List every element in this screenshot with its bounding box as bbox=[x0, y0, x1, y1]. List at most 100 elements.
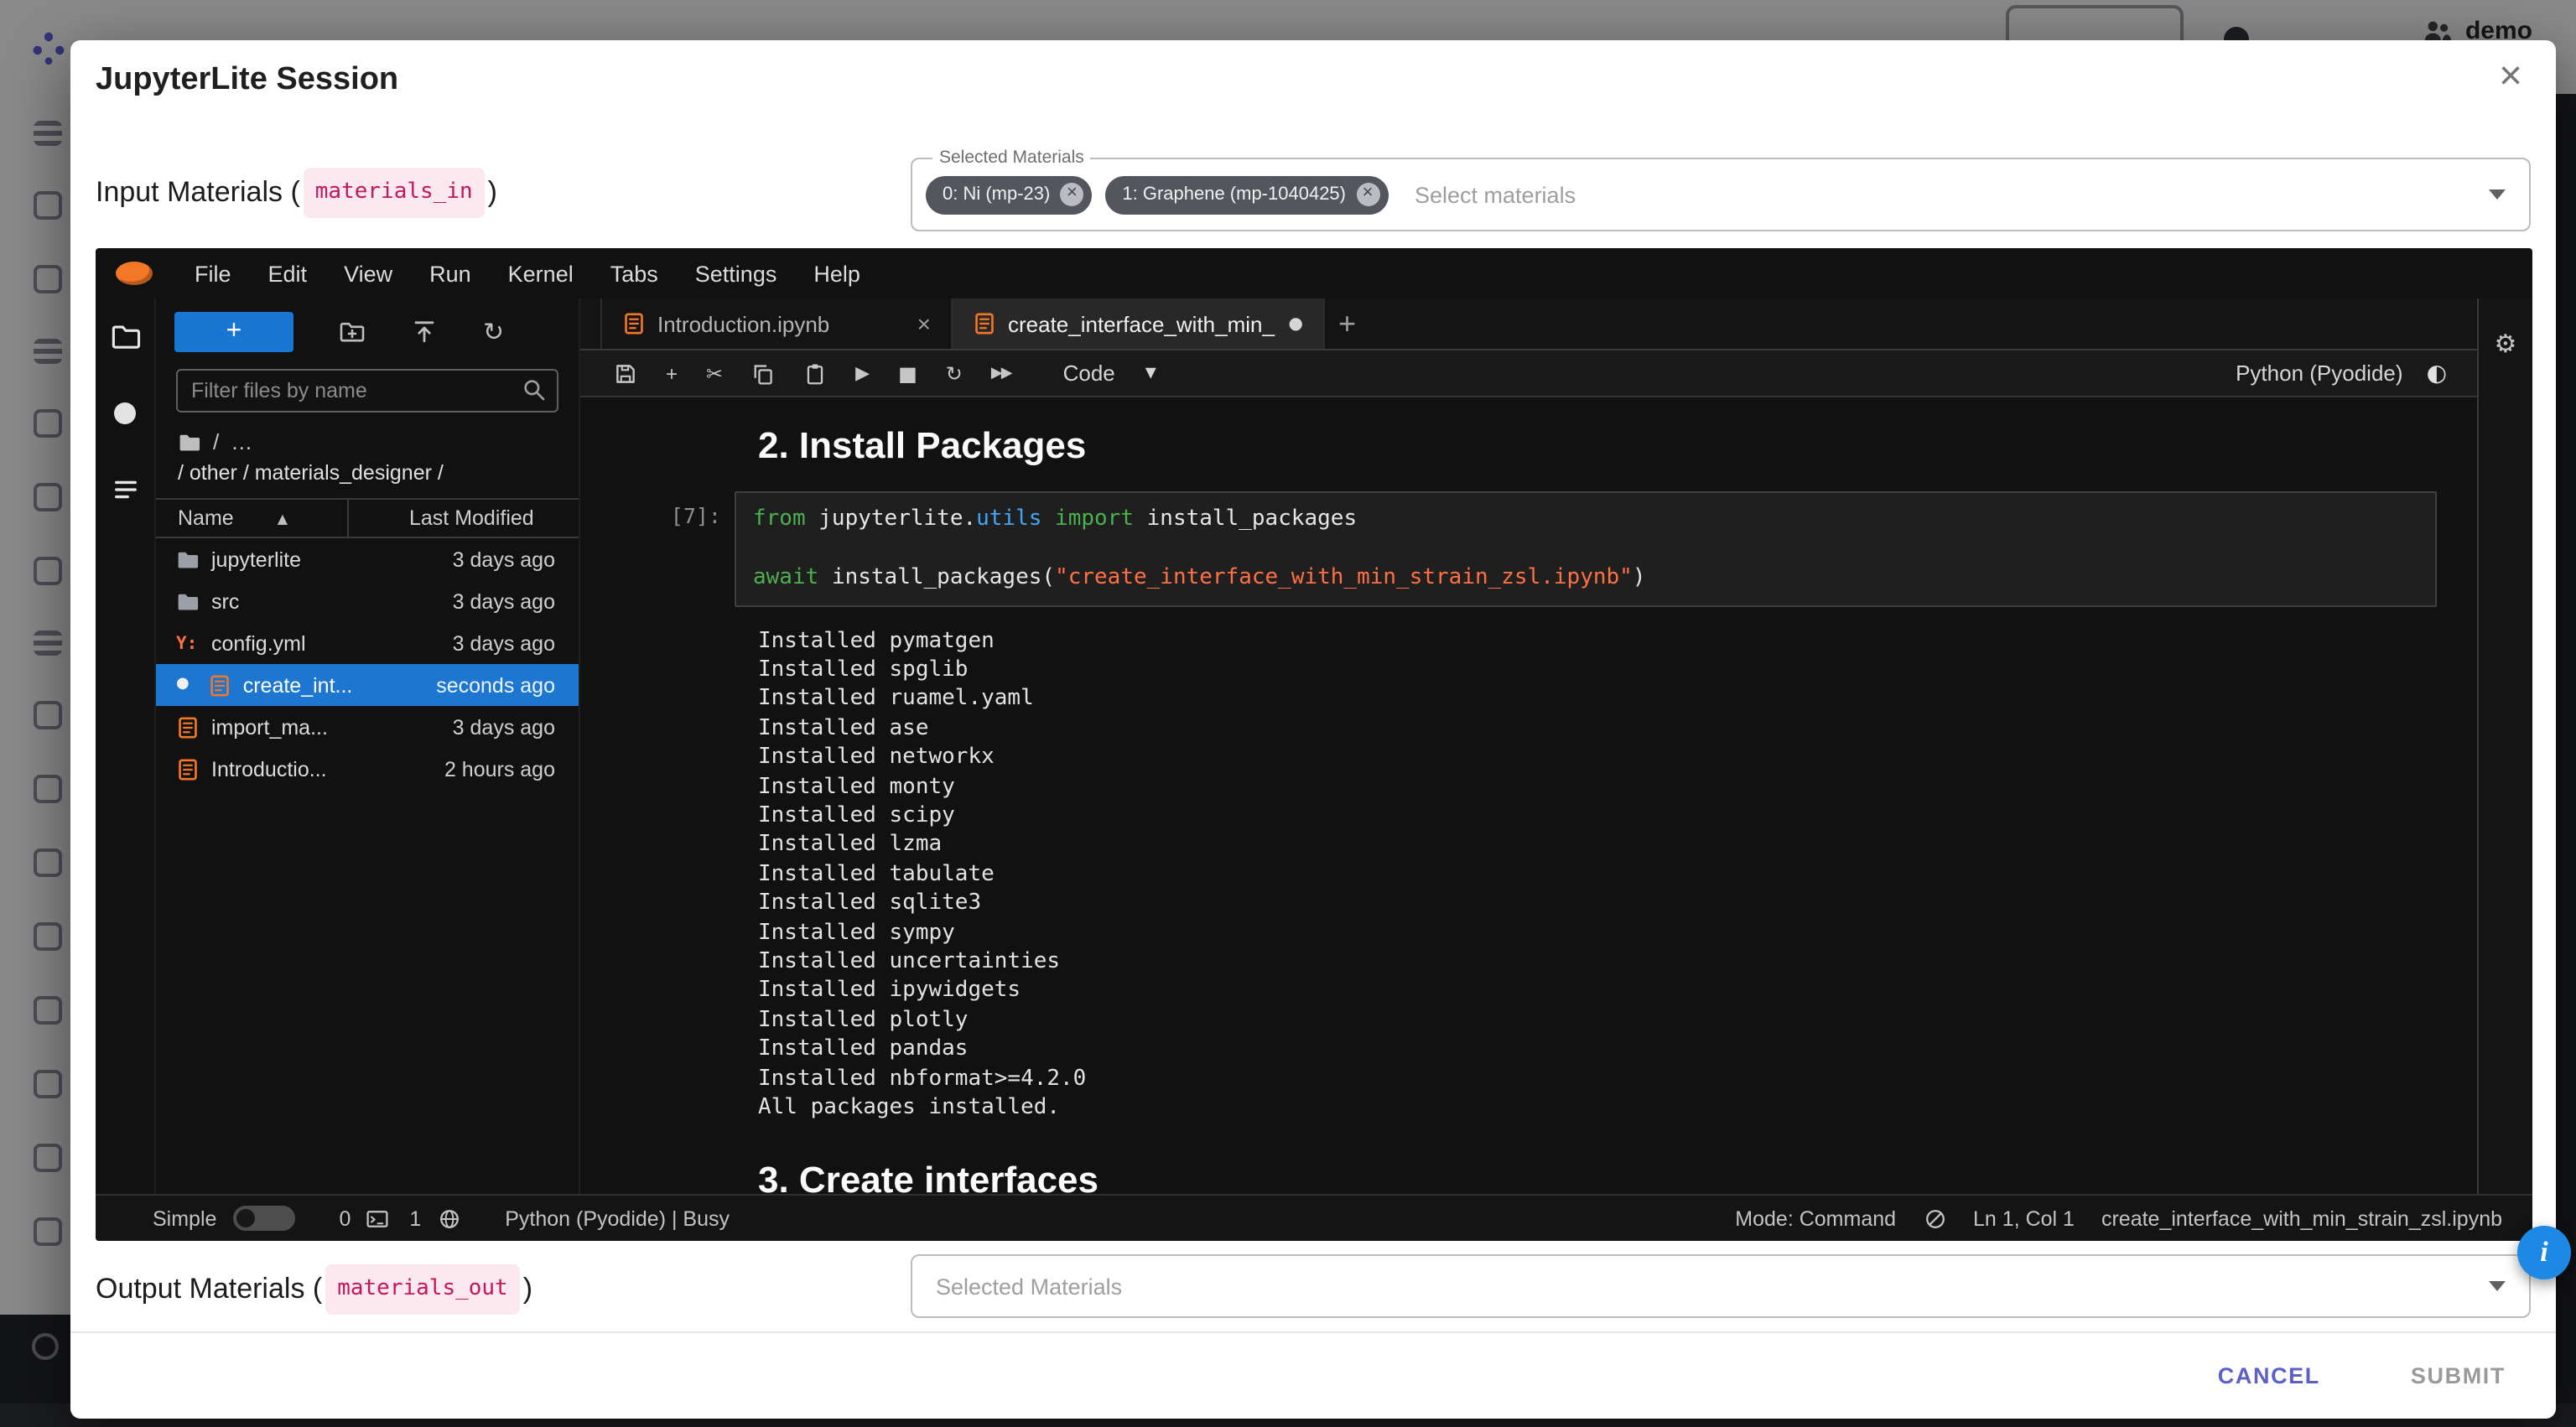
screen: demo JupyterLite Session × In bbox=[0, 0, 2576, 1427]
code-cell[interactable]: [7]: from jupyterlite.utils import insta… bbox=[580, 491, 2477, 606]
new-tab-icon[interactable]: + bbox=[1338, 309, 1356, 339]
file-row[interactable]: import_ma... 3 days ago bbox=[156, 706, 579, 748]
section-heading-install: 2. Install Packages bbox=[758, 424, 2477, 468]
chevron-down-icon[interactable] bbox=[2489, 1281, 2506, 1291]
simple-mode-toggle[interactable] bbox=[233, 1206, 295, 1231]
copy-icon[interactable] bbox=[751, 361, 775, 385]
menu-tabs[interactable]: Tabs bbox=[592, 261, 677, 286]
upload-icon[interactable] bbox=[411, 319, 438, 345]
save-icon[interactable] bbox=[614, 361, 637, 385]
notebook-toolbar: + ✂ ▶ ■ ↻ ▶▶ Code ▾ Python (Pyodi bbox=[580, 350, 2477, 397]
refresh-icon[interactable]: ↻ bbox=[483, 317, 504, 347]
column-name[interactable]: Name ▲ bbox=[156, 506, 347, 530]
jupyterlite-session-dialog: JupyterLite Session × Input Materials ( … bbox=[70, 40, 2556, 1419]
new-folder-icon[interactable] bbox=[339, 319, 366, 345]
unsaved-dot-icon[interactable]: ● bbox=[1289, 314, 1303, 333]
paste-icon[interactable] bbox=[803, 361, 827, 385]
material-chip[interactable]: 0: Ni (mp-23) × bbox=[926, 175, 1092, 214]
restart-run-all-icon[interactable]: ▶▶ bbox=[991, 361, 1011, 385]
kernel-status-text[interactable]: Python (Pyodide) | Busy bbox=[505, 1206, 730, 1230]
tab-create-interface[interactable]: create_interface_with_min_ ● bbox=[953, 298, 1325, 349]
kernels-count[interactable]: 1 bbox=[409, 1206, 421, 1230]
activity-bar bbox=[96, 298, 156, 1194]
tab-introduction[interactable]: Introduction.ipynb × bbox=[600, 298, 953, 349]
kernel-name[interactable]: Python (Pyodide) bbox=[2236, 361, 2402, 386]
file-row[interactable]: Introductio... 2 hours ago bbox=[156, 748, 579, 790]
running-sessions-icon[interactable] bbox=[114, 402, 136, 424]
menu-edit[interactable]: Edit bbox=[250, 261, 326, 286]
menu-view[interactable]: View bbox=[325, 261, 411, 286]
file-row[interactable]: Y: config.yml 3 days ago bbox=[156, 622, 579, 664]
file-browser-icon[interactable] bbox=[110, 322, 140, 352]
dialog-title: JupyterLite Session bbox=[96, 62, 398, 99]
stop-icon[interactable]: ■ bbox=[898, 361, 917, 385]
jupyter-logo-icon bbox=[116, 262, 153, 285]
breadcrumb: / … bbox=[156, 413, 579, 454]
property-inspector-icon[interactable]: ⚙ bbox=[2495, 329, 2517, 1194]
notifications-icon[interactable] bbox=[1923, 1206, 1946, 1230]
file-list-header: Name ▲ Last Modified bbox=[156, 498, 579, 538]
close-icon[interactable]: × bbox=[2499, 57, 2522, 97]
column-last-modified[interactable]: Last Modified bbox=[347, 500, 579, 537]
notebook-content[interactable]: 2. Install Packages [7]: from jupyterlit… bbox=[580, 397, 2477, 1194]
cut-icon[interactable]: ✂ bbox=[706, 361, 723, 385]
simple-mode-label: Simple bbox=[153, 1206, 216, 1230]
cancel-button[interactable]: CANCEL bbox=[2201, 1350, 2337, 1402]
folder-icon bbox=[176, 547, 200, 571]
sort-asc-icon: ▲ bbox=[278, 511, 288, 526]
remove-chip-icon[interactable]: × bbox=[1356, 183, 1379, 206]
close-tab-icon[interactable]: × bbox=[917, 310, 931, 337]
file-browser-panel: + ↻ / … / other / materials_design bbox=[156, 298, 580, 1194]
breadcrumb-path[interactable]: / other / materials_designer / bbox=[156, 454, 579, 485]
submit-button[interactable]: SUBMIT bbox=[2394, 1350, 2522, 1402]
cursor-position[interactable]: Ln 1, Col 1 bbox=[1973, 1206, 2075, 1230]
remove-chip-icon[interactable]: × bbox=[1060, 183, 1083, 206]
search-icon bbox=[522, 377, 547, 402]
material-chip[interactable]: 1: Graphene (mp-1040425) × bbox=[1105, 175, 1388, 214]
selected-materials-legend: Selected Materials bbox=[932, 148, 1091, 168]
file-row[interactable]: jupyterlite 3 days ago bbox=[156, 538, 579, 580]
menu-help[interactable]: Help bbox=[795, 261, 879, 286]
output-materials-select[interactable]: Selected Materials bbox=[911, 1254, 2531, 1318]
right-sidebar: ⚙ bbox=[2477, 298, 2532, 1194]
filter-files-input[interactable] bbox=[176, 369, 558, 413]
input-materials-label: Input Materials ( materials_in ) bbox=[96, 168, 497, 218]
insert-cell-icon[interactable]: + bbox=[666, 361, 678, 385]
cell-type-select[interactable]: Code ▾ bbox=[1063, 361, 1156, 386]
restart-kernel-icon[interactable]: ↻ bbox=[946, 361, 963, 385]
file-list: jupyterlite 3 days ago src 3 days ago Y:… bbox=[156, 538, 579, 1194]
new-launcher-button[interactable]: + bbox=[174, 312, 293, 352]
jupyter-statusbar: Simple 0 1 Python (Pyodide) | Busy Mode:… bbox=[96, 1194, 2532, 1241]
menu-run[interactable]: Run bbox=[411, 261, 490, 286]
running-kernel-dot: ● bbox=[176, 677, 190, 693]
file-row[interactable]: src 3 days ago bbox=[156, 580, 579, 622]
execution-count: [7]: bbox=[580, 491, 735, 606]
breadcrumb-more[interactable]: … bbox=[231, 429, 252, 454]
run-icon[interactable]: ▶ bbox=[855, 361, 870, 385]
notebook-icon bbox=[208, 673, 231, 697]
input-materials-variable: materials_in bbox=[304, 168, 485, 218]
jupyterlab-frame: File Edit View Run Kernel Tabs Settings … bbox=[96, 248, 2532, 1241]
selected-materials-input[interactable]: Selected Materials 0: Ni (mp-23) × 1: Gr… bbox=[911, 158, 2531, 231]
mode-indicator: Mode: Command bbox=[1735, 1206, 1896, 1230]
code-editor[interactable]: from jupyterlite.utils import install_pa… bbox=[735, 491, 2437, 606]
table-of-contents-icon[interactable] bbox=[110, 475, 140, 505]
terminals-count[interactable]: 0 bbox=[339, 1206, 351, 1230]
menu-kernel[interactable]: Kernel bbox=[490, 261, 592, 286]
globe-icon[interactable] bbox=[438, 1206, 461, 1230]
cell-output: Installed pymatgen Installed spglib Inst… bbox=[758, 626, 2477, 1123]
folder-icon bbox=[176, 589, 200, 613]
folder-icon[interactable] bbox=[178, 430, 201, 454]
menu-settings[interactable]: Settings bbox=[677, 261, 796, 286]
select-materials-placeholder: Select materials bbox=[1415, 182, 1576, 207]
info-button[interactable]: i bbox=[2517, 1226, 2571, 1279]
breadcrumb-root[interactable]: / bbox=[213, 429, 219, 454]
terminal-icon[interactable] bbox=[366, 1206, 389, 1230]
chevron-down-icon[interactable] bbox=[2489, 189, 2506, 200]
file-row-selected[interactable]: ● create_int... seconds ago bbox=[156, 664, 579, 706]
yaml-file-icon: Y: bbox=[176, 633, 200, 653]
menu-file[interactable]: File bbox=[176, 261, 250, 286]
dock-panel: Introduction.ipynb × create_interface_wi… bbox=[580, 298, 2477, 1194]
kernel-status-icon[interactable]: ◐ bbox=[2427, 360, 2447, 387]
notebook-icon bbox=[176, 757, 200, 781]
